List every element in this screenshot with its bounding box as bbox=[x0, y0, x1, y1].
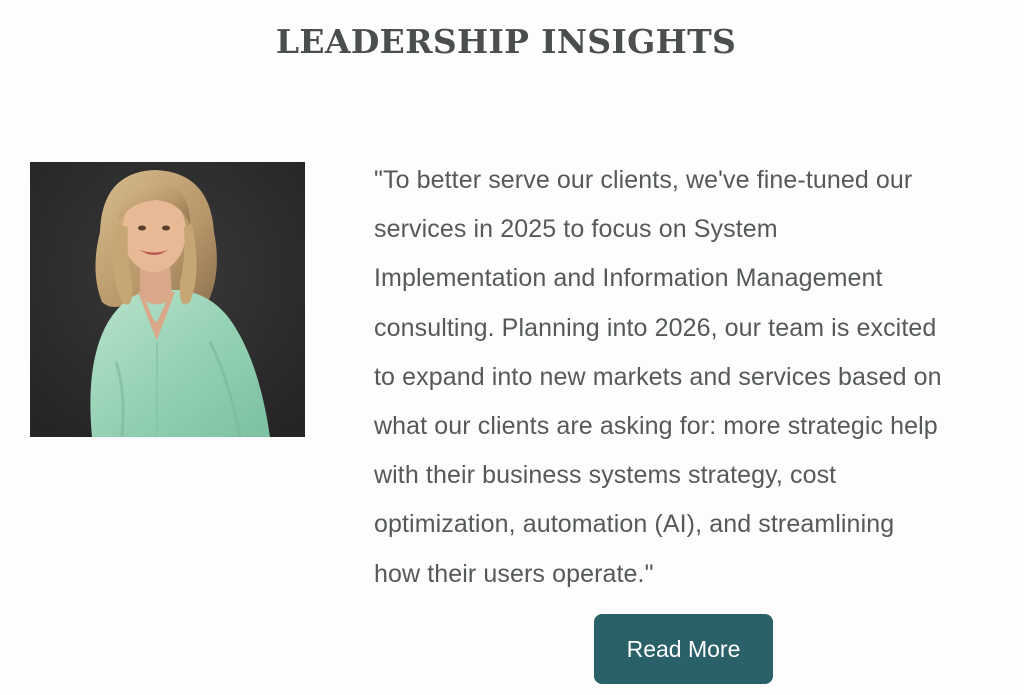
quote-line: Implementation and Information Managemen… bbox=[374, 264, 883, 293]
leadership-quote: "To better serve our clients, we've fine… bbox=[374, 156, 994, 599]
quote-line: "To better serve our clients, we've fine… bbox=[374, 166, 913, 194]
quote-line: how their users operate." bbox=[374, 559, 654, 588]
quote-line: services in 2025 to focus on System bbox=[374, 215, 778, 244]
leader-portrait-image bbox=[30, 162, 305, 437]
read-more-button[interactable]: Read More bbox=[594, 614, 773, 684]
quote-line: with their business systems strategy, co… bbox=[374, 461, 837, 490]
quote-line: to expand into new markets and services … bbox=[374, 362, 942, 391]
quote-line: what our clients are asking for: more st… bbox=[374, 412, 938, 441]
portrait-illustration bbox=[30, 162, 305, 437]
quote-line: optimization, automation (AI), and strea… bbox=[374, 510, 895, 539]
quote-line: consulting. Planning into 2026, our team… bbox=[374, 313, 937, 342]
section-title: LEADERSHIP INSIGHTS bbox=[275, 22, 737, 61]
